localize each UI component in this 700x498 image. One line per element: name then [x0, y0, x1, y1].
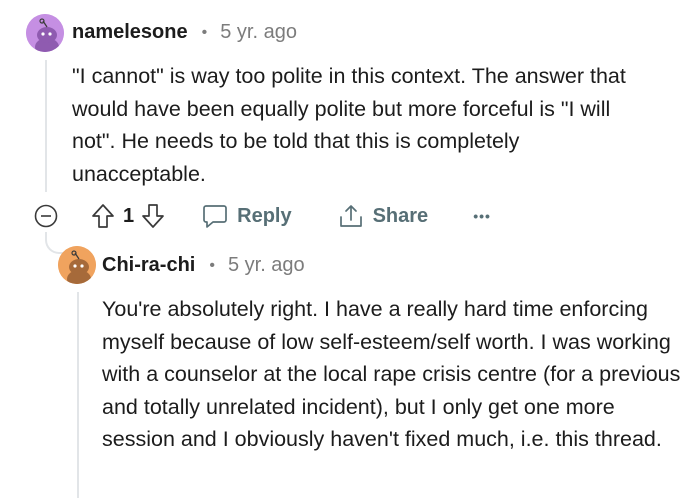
reply-button[interactable]: Reply	[202, 203, 292, 229]
comment-body: You're absolutely right. I have a really…	[102, 297, 681, 451]
comment-meta: namelesone • 5 yr. ago	[72, 21, 297, 44]
comment-meta: Chi-ra-chi • 5 yr. ago	[102, 254, 305, 277]
comment-icon	[203, 205, 227, 228]
snoo-avatar-icon	[58, 246, 96, 284]
author-name[interactable]: namelesone	[72, 21, 188, 44]
downvote-button[interactable]	[141, 203, 165, 229]
comment-actions: 1 Reply Share •••	[34, 198, 491, 234]
share-label: Share	[372, 204, 429, 227]
comment-body: "I cannot" is way too polite in this con…	[72, 64, 626, 186]
downvote-icon	[142, 204, 164, 228]
share-button[interactable]: Share	[338, 203, 429, 229]
separator-dot: •	[209, 256, 215, 274]
separator-dot: •	[201, 23, 208, 41]
snoo-avatar-icon	[26, 14, 64, 52]
timestamp: 5 yr. ago	[227, 254, 305, 276]
avatar[interactable]	[58, 246, 96, 284]
more-options-button[interactable]: •••	[473, 208, 491, 224]
thread-line-reply	[77, 292, 79, 498]
author-name[interactable]: Chi-ra-chi	[102, 254, 195, 277]
thread-branch	[45, 232, 63, 254]
avatar[interactable]	[26, 14, 64, 52]
thread-line	[45, 60, 47, 192]
upvote-button[interactable]	[91, 203, 115, 229]
vote-count: 1	[123, 204, 135, 227]
timestamp: 5 yr. ago	[220, 21, 297, 43]
more-options-icon: •••	[473, 208, 491, 224]
collapse-icon	[34, 204, 58, 228]
collapse-button[interactable]	[34, 204, 58, 228]
upvote-icon	[92, 204, 114, 228]
reply-label: Reply	[237, 204, 292, 227]
share-icon	[339, 205, 362, 227]
